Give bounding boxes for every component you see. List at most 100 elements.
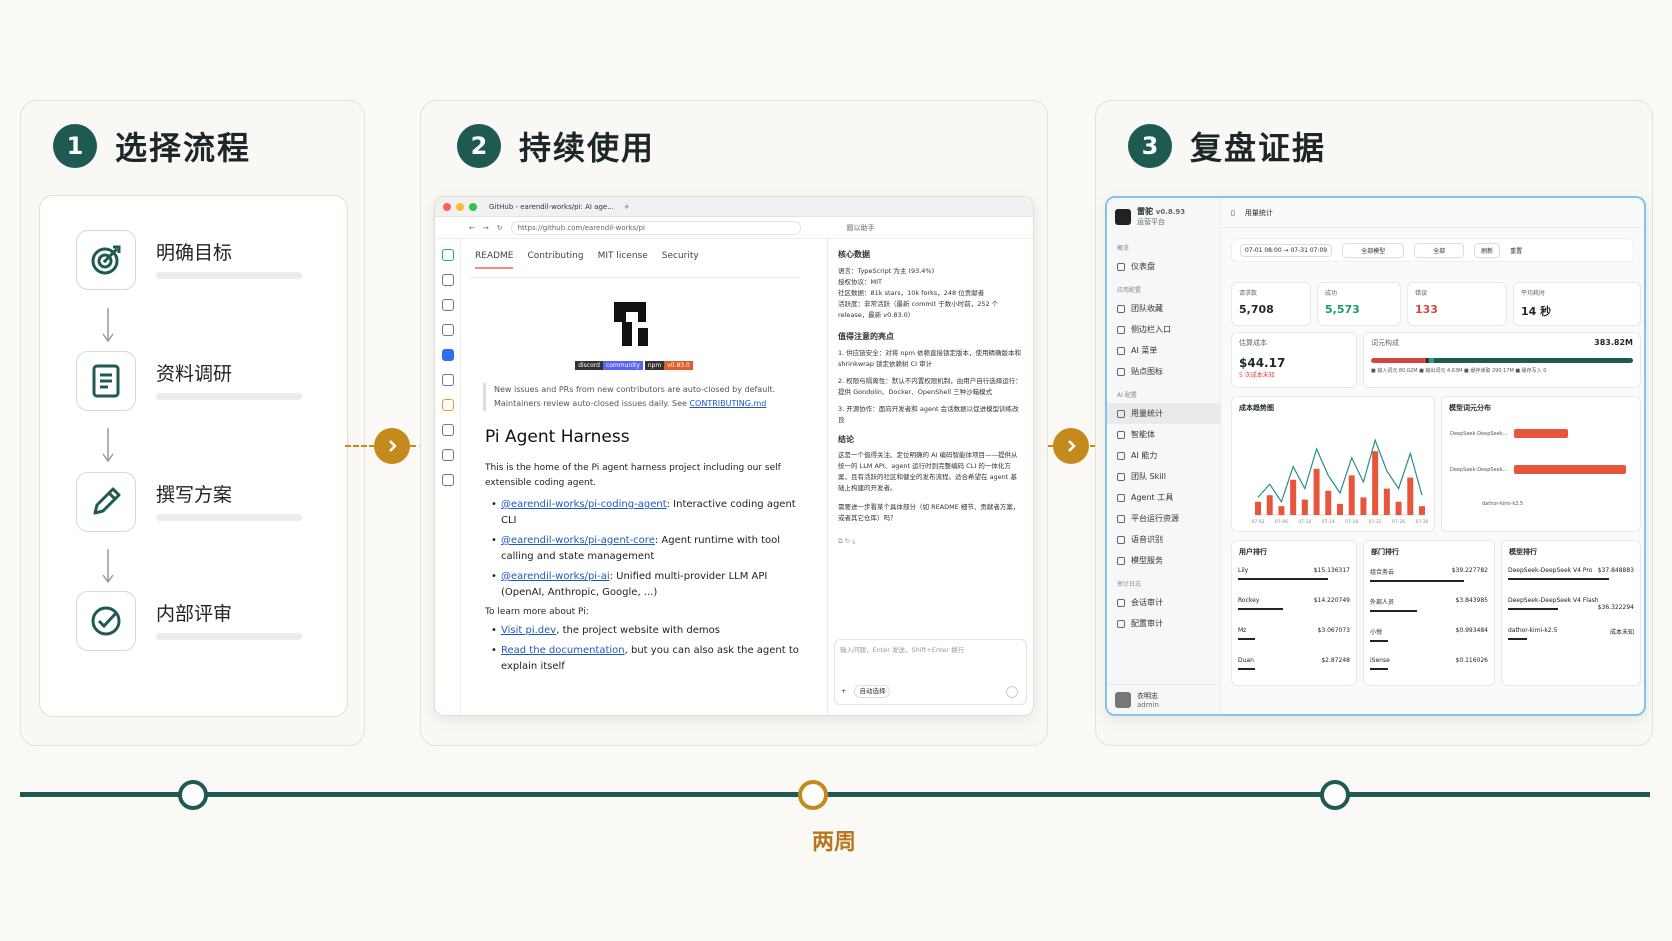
sidebar-item[interactable]: 配置审计 (1107, 613, 1220, 634)
sidebar-item[interactable]: 团队收藏 (1107, 298, 1220, 319)
sidebar-item[interactable]: 仪表盘 (1107, 256, 1220, 277)
back-icon[interactable]: ← (469, 224, 475, 232)
stat-card: 平均耗时 14 秒 (1513, 282, 1641, 326)
version-badge[interactable]: v0.83.0 (664, 361, 693, 370)
database-icon[interactable] (441, 424, 454, 436)
rank-name: 小悦 (1370, 629, 1383, 636)
bag-icon[interactable] (441, 274, 454, 286)
sidebar-item[interactable]: 平台运行资源 (1107, 508, 1220, 529)
code-icon[interactable] (441, 324, 454, 336)
forward-icon[interactable]: → (483, 224, 489, 232)
tab-license[interactable]: MIT license (598, 251, 648, 269)
sidebar-item[interactable]: 智能体 (1107, 424, 1220, 445)
nav-section-title: 概览 (1117, 245, 1130, 252)
globe-icon[interactable] (441, 449, 454, 461)
message-actions[interactable]: ⧉ ↻ ⤓ (838, 536, 1023, 547)
model-dist-title: 模型词元分布 (1449, 404, 1491, 412)
assistant-input[interactable]: 题以助手 (847, 223, 875, 233)
community-badge[interactable]: community (602, 361, 643, 370)
box-icon[interactable] (441, 374, 454, 386)
nav-icon (1117, 409, 1125, 418)
sidebar-item[interactable]: AI 能力 (1107, 445, 1220, 466)
learn-link[interactable]: Read the documentation (501, 645, 625, 656)
refresh-button[interactable]: 刷新 (1474, 242, 1501, 258)
learn-list: Visit pi.dev, the project website with d… (485, 623, 799, 675)
user-name: 衣明志 (1137, 691, 1158, 700)
rank-bar (1508, 578, 1609, 580)
app-f-icon[interactable] (441, 349, 454, 361)
timeline (20, 792, 1650, 797)
sidebar-item[interactable]: Agent 工具 (1107, 487, 1220, 508)
discord-badge[interactable]: discord (575, 361, 603, 370)
bar-mark (1383, 488, 1390, 515)
chat-input[interactable]: 输入问题，Enter 发送，Shift+Enter 换行 (840, 645, 1021, 656)
sidebar-item[interactable]: 团队 Skill (1107, 466, 1220, 487)
sidebar-item[interactable]: 贴点图标 (1107, 361, 1220, 382)
core-item: 语言：TypeScript 为主 (93.4%) (838, 267, 935, 275)
package-link[interactable]: @earendil-works/pi-ai (501, 571, 610, 582)
settings-icon[interactable] (441, 474, 454, 486)
add-icon[interactable]: + (841, 686, 846, 697)
sidebar-item[interactable]: AI 菜单 (1107, 340, 1220, 361)
rank-name: dathor-kimi-k2.5 (1508, 627, 1558, 634)
app-icon[interactable] (441, 399, 454, 411)
sidebar-item[interactable]: 侧边栏入口 (1107, 319, 1220, 340)
arrow-down-icon (102, 428, 114, 463)
send-icon[interactable] (1006, 686, 1018, 698)
learn-desc: , the project website with demos (556, 625, 720, 636)
user-card[interactable]: 衣明志 admin (1107, 684, 1220, 714)
sidebar-item[interactable]: 模型服务 (1107, 550, 1220, 571)
browser-tab[interactable]: GitHub - earendil-works/pi: AI age... (489, 203, 614, 211)
sidebar-item[interactable]: 语音识别 (1107, 529, 1220, 550)
chevron-right-icon (374, 428, 410, 464)
address-bar[interactable]: https://github.com/earendil-works/pi (510, 220, 801, 235)
package-link[interactable]: @earendil-works/pi-agent-core (501, 535, 655, 546)
model-dist-label: dathor-kimi-k2.5 (1482, 501, 1524, 507)
reload-icon[interactable]: ↻ (497, 224, 503, 232)
list-item: Visit pi.dev, the project website with d… (485, 623, 799, 639)
x-tick-label: 07-10 (1298, 519, 1311, 525)
date-range-picker[interactable]: 07-01 08:00 → 07-31 07:09 (1240, 243, 1333, 257)
rank-value: $37.848883 (1597, 567, 1634, 574)
close-dot[interactable] (443, 202, 451, 211)
step-number: 3 (1128, 124, 1172, 168)
grid-icon[interactable] (441, 299, 454, 311)
list-item: Read the documentation, but you can also… (485, 643, 799, 675)
scope-filter-select[interactable]: 全部 (1414, 242, 1465, 258)
note-item: 3. 开源协作：面向开发者和 agent 会话数据以促进模型训练改良 (838, 405, 1019, 424)
minimize-dot[interactable] (456, 202, 464, 211)
sidebar-item[interactable]: 用量统计 (1107, 403, 1220, 424)
period-label: 两周 (812, 830, 857, 855)
sidebar-item-label: 贴点图标 (1131, 367, 1163, 376)
tab-readme[interactable]: README (475, 251, 514, 269)
contributing-link[interactable]: CONTRIBUTING.md (689, 399, 766, 408)
maximize-dot[interactable] (469, 202, 477, 211)
sidebar-toggle-icon[interactable]: ▯ (1231, 209, 1235, 217)
stat-value: 133 (1415, 303, 1438, 316)
rank-title: 用户排行 (1239, 548, 1267, 556)
list-item: @earendil-works/pi-agent-core: Agent run… (485, 533, 799, 565)
browser-toolbar: ← → ↻ https://github.com/earendil-works/… (435, 217, 1033, 239)
sidebar-item-label: 团队收藏 (1131, 304, 1163, 313)
flow-item-review: 内部评审 (76, 591, 336, 651)
readme-pane: README Contributing MIT license Security… (469, 247, 799, 715)
tab-contributing[interactable]: Contributing (527, 251, 583, 269)
chevron-right-icon (1053, 428, 1089, 464)
flow-label: 内部评审 (156, 603, 233, 625)
model-filter-select[interactable]: 全部模型 (1342, 242, 1405, 258)
learn-link[interactable]: Visit pi.dev (501, 625, 556, 636)
new-tab-icon[interactable]: + (624, 203, 630, 211)
bar-mark (1348, 475, 1355, 515)
readme-tabs: README Contributing MIT license Security (469, 247, 799, 278)
home-icon[interactable] (441, 249, 454, 261)
npm-badge[interactable]: npm (644, 361, 665, 370)
user-role: admin (1137, 700, 1159, 709)
sidebar-item[interactable]: 会话审计 (1107, 592, 1220, 613)
reset-button[interactable]: 重置 (1510, 246, 1522, 255)
mode-select[interactable]: 自动选择 (854, 685, 891, 698)
package-link[interactable]: @earendil-works/pi-coding-agent (501, 499, 667, 510)
bar-mark (1301, 499, 1308, 515)
cost-label: 估算成本 (1239, 339, 1267, 347)
tab-security[interactable]: Security (662, 251, 699, 269)
step-title: 复盘证据 (1190, 129, 1327, 167)
